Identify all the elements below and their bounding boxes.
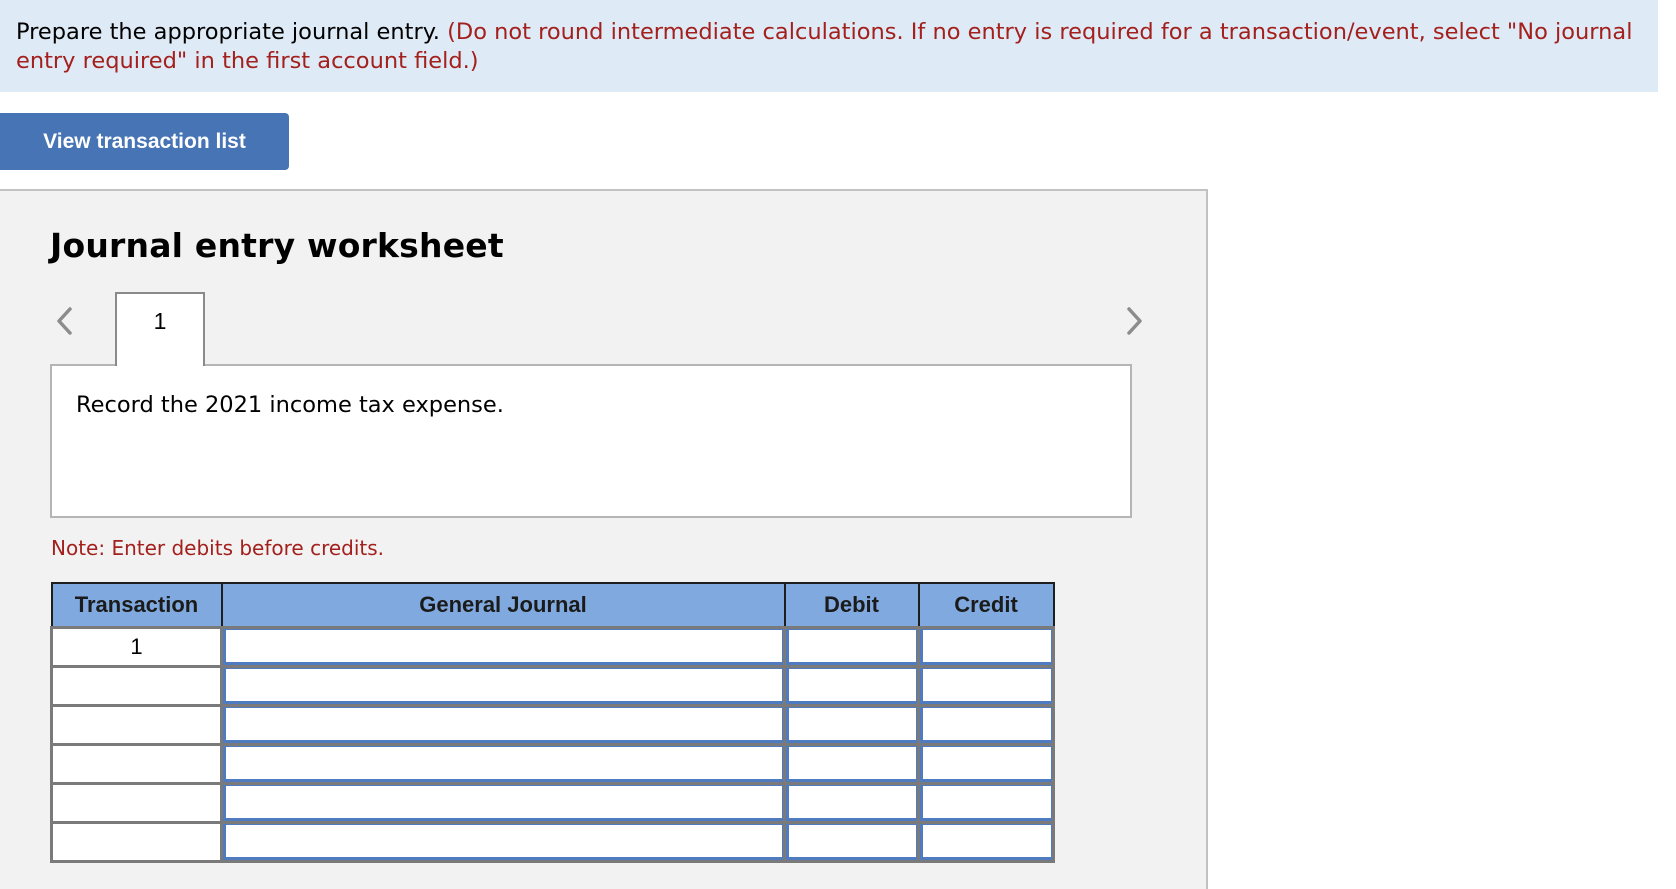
credit-input-cell[interactable] bbox=[920, 668, 1052, 704]
credit-input-cell-container bbox=[917, 626, 1055, 668]
transaction-cell bbox=[50, 665, 223, 707]
next-entry-button[interactable] bbox=[1124, 304, 1146, 338]
account-select-cell-container bbox=[220, 782, 786, 824]
credit-input-cell[interactable] bbox=[920, 824, 1052, 860]
transaction-cell bbox=[50, 743, 223, 785]
table-row bbox=[50, 704, 1055, 746]
chevron-right-icon bbox=[1124, 304, 1146, 338]
account-select-cell[interactable] bbox=[223, 707, 783, 743]
account-select-cell-container bbox=[220, 626, 786, 668]
debit-input-cell[interactable] bbox=[786, 746, 917, 782]
debit-input-cell[interactable] bbox=[786, 668, 917, 704]
entry-description-box: Record the 2021 income tax expense. bbox=[50, 364, 1132, 518]
debit-input-cell[interactable] bbox=[786, 824, 917, 860]
credit-input-cell-container bbox=[917, 743, 1055, 785]
transaction-cell bbox=[50, 704, 223, 746]
debit-input-cell[interactable] bbox=[786, 785, 917, 821]
instructions-banner: Prepare the appropriate journal entry. (… bbox=[0, 0, 1658, 92]
table-row bbox=[50, 782, 1055, 824]
journal-entry-worksheet-panel: Journal entry worksheet 1 Record the 202… bbox=[0, 189, 1208, 889]
debit-input-cell-container bbox=[783, 743, 920, 785]
account-select-cell[interactable] bbox=[223, 746, 783, 782]
header-general-journal: General Journal bbox=[220, 582, 786, 629]
entry-description: Record the 2021 income tax expense. bbox=[76, 392, 504, 418]
account-select-cell[interactable] bbox=[223, 824, 783, 860]
account-select-cell[interactable] bbox=[223, 629, 783, 665]
transaction-cell bbox=[50, 782, 223, 824]
table-row: 1 bbox=[50, 626, 1055, 668]
credit-input-cell-container bbox=[917, 665, 1055, 707]
account-select-cell-container bbox=[220, 743, 786, 785]
header-transaction: Transaction bbox=[50, 582, 223, 629]
header-debit: Debit bbox=[783, 582, 920, 629]
debit-input-cell-container bbox=[783, 782, 920, 824]
table-row bbox=[50, 821, 1055, 863]
table-row bbox=[50, 743, 1055, 785]
tab-entry-1[interactable]: 1 bbox=[115, 292, 205, 366]
header-credit: Credit bbox=[917, 582, 1055, 629]
view-transaction-list-button[interactable]: View transaction list bbox=[0, 113, 289, 170]
transaction-cell bbox=[50, 821, 223, 863]
table-row bbox=[50, 665, 1055, 707]
account-select-cell-container bbox=[220, 821, 786, 863]
credit-input-cell[interactable] bbox=[920, 746, 1052, 782]
credit-input-cell-container bbox=[917, 704, 1055, 746]
debits-credits-note: Note: Enter debits before credits. bbox=[51, 536, 385, 560]
account-select-cell[interactable] bbox=[223, 668, 783, 704]
table-header-row: Transaction General Journal Debit Credit bbox=[50, 582, 1055, 629]
debit-input-cell-container bbox=[783, 704, 920, 746]
credit-input-cell[interactable] bbox=[920, 785, 1052, 821]
chevron-left-icon bbox=[54, 304, 76, 338]
credit-input-cell[interactable] bbox=[920, 629, 1052, 665]
worksheet-title: Journal entry worksheet bbox=[50, 226, 504, 265]
previous-entry-button[interactable] bbox=[54, 304, 76, 338]
credit-input-cell[interactable] bbox=[920, 707, 1052, 743]
credit-input-cell-container bbox=[917, 821, 1055, 863]
debit-input-cell-container bbox=[783, 821, 920, 863]
debit-input-cell[interactable] bbox=[786, 707, 917, 743]
debit-input-cell-container bbox=[783, 626, 920, 668]
instructions-main: Prepare the appropriate journal entry. bbox=[16, 19, 440, 45]
credit-input-cell-container bbox=[917, 782, 1055, 824]
account-select-cell[interactable] bbox=[223, 785, 783, 821]
account-select-cell-container bbox=[220, 665, 786, 707]
debit-input-cell-container bbox=[783, 665, 920, 707]
transaction-cell: 1 bbox=[50, 626, 223, 668]
debit-input-cell[interactable] bbox=[786, 629, 917, 665]
account-select-cell-container bbox=[220, 704, 786, 746]
general-journal-table: Transaction General Journal Debit Credit… bbox=[50, 582, 1055, 863]
